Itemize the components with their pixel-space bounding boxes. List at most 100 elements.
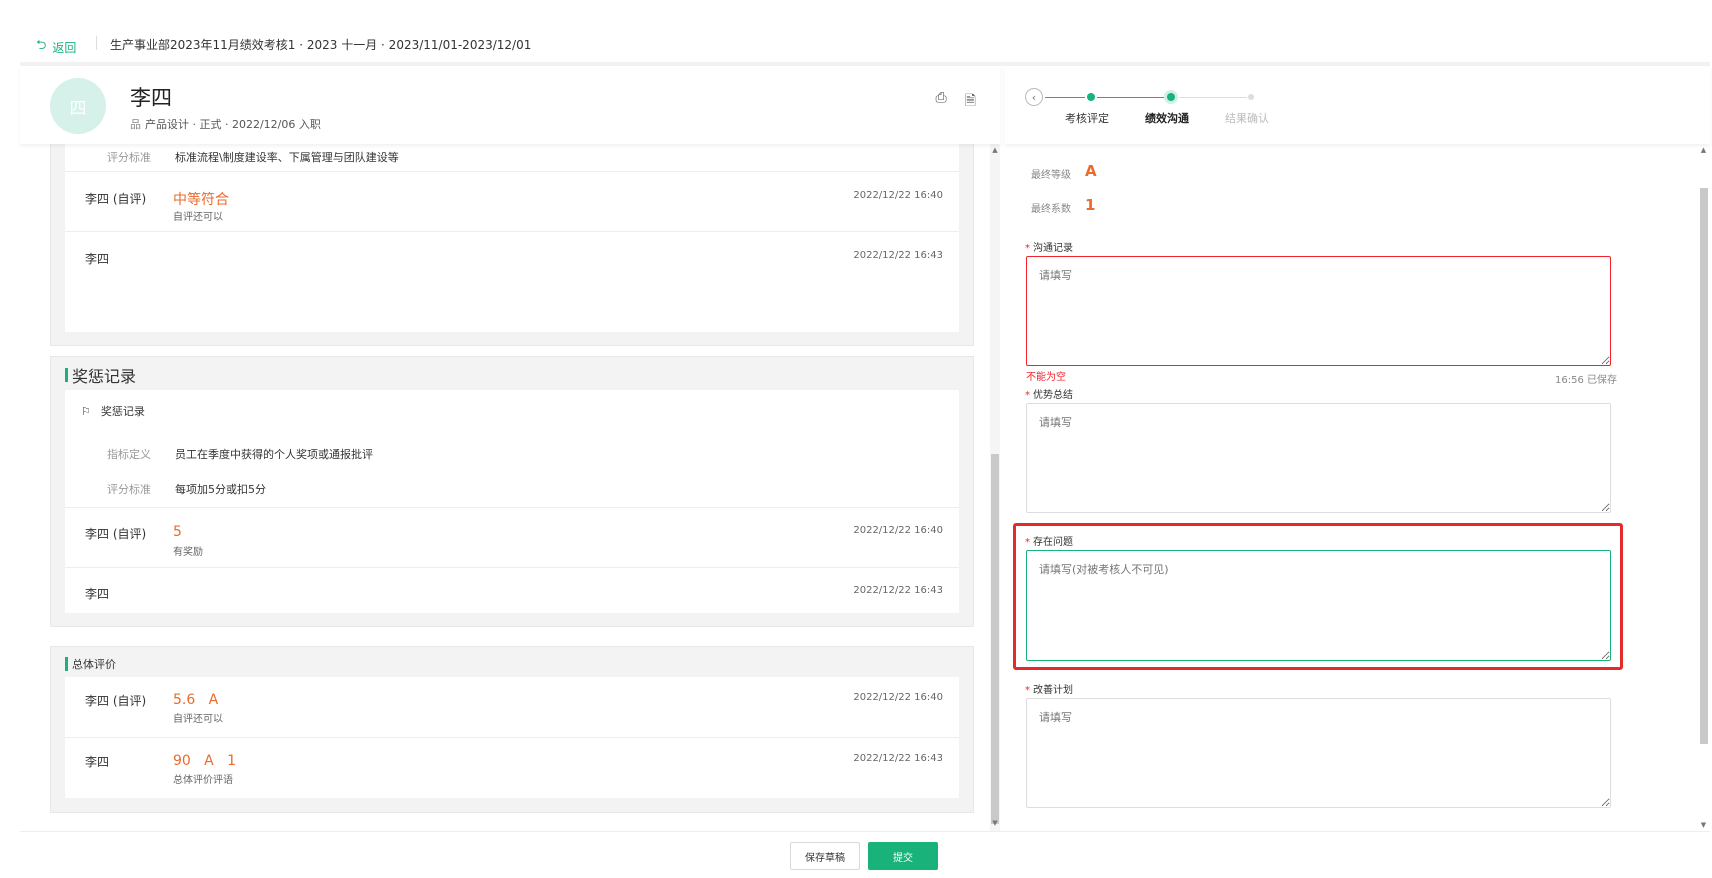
right-scrollbar[interactable]: ▲ ▼ bbox=[1697, 144, 1709, 831]
reviewer: 李四 (自评) bbox=[85, 192, 147, 206]
final-grade-value: A bbox=[1085, 162, 1097, 180]
flag-icon: ⚐ bbox=[81, 404, 91, 418]
final-grade-label: 最终等级 bbox=[1031, 170, 1071, 181]
step-progress: ‹ 考核评定 绩效沟通 结果确认 bbox=[1005, 66, 1710, 144]
reviewer: 李四 (自评) bbox=[85, 527, 147, 541]
step-review[interactable]: 考核评定 bbox=[1065, 110, 1109, 126]
employee-meta: 品 产品设计 · 正式 · 2022/12/06 入职 bbox=[130, 116, 321, 132]
back-label: 返回 bbox=[52, 40, 77, 55]
criteria-value: 每项加5分或扣5分 bbox=[175, 483, 266, 496]
comm-record-label: * 沟通记录 bbox=[1025, 239, 1073, 254]
review-row: 李四 (自评) 5 有奖励 2022/12/22 16:40 bbox=[65, 507, 959, 568]
step-line bbox=[1045, 97, 1085, 98]
reviewer: 李四 bbox=[85, 252, 110, 266]
evaluation-scroll-area[interactable]: 评分标准 标准流程\制度建设率、下属管理与团队建设等 李四 (自评) 中等符合 … bbox=[20, 144, 980, 831]
breadcrumb: 生产事业部2023年11月绩效考核1 · 2023 十一月 · 2023/11/… bbox=[110, 38, 532, 52]
review-note: 自评还可以 bbox=[173, 212, 223, 223]
review-value: 中等符合 bbox=[173, 192, 229, 208]
plan-input[interactable] bbox=[1026, 698, 1611, 808]
scroll-down-icon[interactable]: ▼ bbox=[991, 819, 999, 829]
review-note: 总体评价评语 bbox=[173, 775, 233, 786]
communication-panel: ‹ 考核评定 绩效沟通 结果确认 最终等级 A 最终系数 1 *沟通记录 不能为… bbox=[1005, 66, 1710, 831]
org-icon: 品 bbox=[130, 118, 141, 131]
left-scrollbar[interactable]: ▲ ▼ bbox=[990, 144, 1000, 831]
scrollbar-thumb[interactable] bbox=[991, 454, 999, 824]
review-row: 李四 90 A 1 总体评价评语 2022/12/22 16:43 bbox=[65, 738, 959, 798]
save-draft-button[interactable]: 保存草稿 bbox=[790, 842, 860, 870]
review-row: 李四 (自评) 5.6 A 自评还可以 2022/12/22 16:40 bbox=[65, 677, 959, 738]
review-note: 自评还可以 bbox=[173, 714, 223, 725]
indicator-name-text: 奖惩记录 bbox=[100, 405, 145, 418]
definition-label: 指标定义 bbox=[107, 448, 151, 461]
strength-input[interactable] bbox=[1026, 403, 1611, 513]
overall-card-body: 李四 (自评) 5.6 A 自评还可以 2022/12/22 16:40 李四 … bbox=[65, 677, 959, 798]
document-icon[interactable]: 🗎 bbox=[965, 90, 976, 114]
plan-label-text: 改善计划 bbox=[1033, 685, 1073, 696]
comm-record-input[interactable] bbox=[1026, 256, 1611, 366]
comm-record-error: 不能为空 bbox=[1026, 372, 1066, 383]
scrollbar-thumb[interactable] bbox=[1700, 188, 1708, 744]
review-value: 90 A 1 bbox=[173, 753, 236, 769]
review-time: 2022/12/22 16:43 bbox=[853, 753, 943, 764]
divider bbox=[96, 36, 97, 50]
employee-name: 李四 bbox=[130, 86, 172, 110]
scroll-down-icon[interactable]: ▼ bbox=[1699, 821, 1708, 829]
footer-bar: 保存草稿 提交 bbox=[20, 831, 1710, 878]
review-row: 李四 2022/12/22 16:43 bbox=[65, 232, 959, 288]
review-note: 有奖励 bbox=[173, 547, 203, 558]
rewards-title: 奖惩记录 bbox=[72, 367, 137, 386]
step-confirm[interactable]: 结果确认 bbox=[1225, 110, 1269, 126]
scroll-up-icon[interactable]: ▲ bbox=[1699, 146, 1708, 154]
final-coef-value: 1 bbox=[1085, 196, 1096, 214]
review-time: 2022/12/22 16:40 bbox=[853, 190, 943, 201]
top-bar: ⮌ 返回 生产事业部2023年11月绩效考核1 · 2023 十一月 · 202… bbox=[0, 0, 1712, 64]
final-coef-label: 最终系数 bbox=[1031, 204, 1071, 215]
definition-value: 员工在季度中获得的个人奖项或通报批评 bbox=[175, 448, 373, 461]
evaluation-panel: 四 李四 品 产品设计 · 正式 · 2022/12/06 入职 ⎙ 🗎 评分标… bbox=[20, 66, 1000, 831]
form-scroll-area[interactable]: 最终等级 A 最终系数 1 *沟通记录 不能为空 16:56 已保存 *优势总结… bbox=[1005, 144, 1695, 831]
problem-label-text: 存在问题 bbox=[1033, 537, 1073, 548]
section-title: 奖惩记录 bbox=[65, 363, 136, 387]
chevron-left-icon[interactable]: ‹ bbox=[1025, 88, 1043, 106]
criteria-label: 评分标准 bbox=[107, 151, 151, 164]
indicator-card-body: 评分标准 标准流程\制度建设率、下属管理与团队建设等 李四 (自评) 中等符合 … bbox=[65, 144, 959, 332]
required-mark: * bbox=[1025, 390, 1030, 401]
submit-button[interactable]: 提交 bbox=[868, 842, 938, 870]
review-time: 2022/12/22 16:43 bbox=[853, 585, 943, 596]
employee-meta-text: 产品设计 · 正式 · 2022/12/06 入职 bbox=[145, 118, 321, 131]
step-dot-pending bbox=[1248, 94, 1254, 100]
indicator-name: ⚐ 奖惩记录 bbox=[81, 403, 145, 419]
header-actions: ⎙ 🗎 bbox=[936, 90, 976, 114]
required-mark: * bbox=[1025, 243, 1030, 254]
step-line bbox=[1097, 97, 1165, 98]
review-value: 5.6 A bbox=[173, 692, 219, 708]
print-icon[interactable]: ⎙ bbox=[936, 90, 947, 114]
overall-title: 总体评价 bbox=[72, 658, 116, 671]
review-time: 2022/12/22 16:40 bbox=[853, 525, 943, 536]
accent-bar bbox=[65, 368, 68, 382]
reviewer: 李四 (自评) bbox=[85, 694, 147, 708]
section-title: 总体评价 bbox=[65, 656, 116, 672]
avatar: 四 bbox=[50, 78, 106, 134]
rewards-card-body: ⚐ 奖惩记录 指标定义 员工在季度中获得的个人奖项或通报批评 评分标准 每项加5… bbox=[65, 390, 959, 613]
review-row: 李四 2022/12/22 16:43 bbox=[65, 568, 959, 613]
problem-input[interactable] bbox=[1026, 550, 1611, 661]
step-line bbox=[1179, 97, 1247, 98]
required-mark: * bbox=[1025, 685, 1030, 696]
criteria-label: 评分标准 bbox=[107, 483, 151, 496]
reviewer: 李四 bbox=[85, 755, 110, 769]
criteria-value: 标准流程\制度建设率、下属管理与团队建设等 bbox=[175, 151, 399, 164]
strength-label: * 优势总结 bbox=[1025, 386, 1073, 401]
back-button[interactable]: ⮌ 返回 bbox=[36, 36, 76, 58]
review-row: 李四 (自评) 中等符合 自评还可以 2022/12/22 16:40 bbox=[65, 171, 959, 232]
plan-label: * 改善计划 bbox=[1025, 681, 1073, 696]
strength-label-text: 优势总结 bbox=[1033, 390, 1073, 401]
rewards-card: 奖惩记录 ⚐ 奖惩记录 指标定义 员工在季度中获得的个人奖项或通报批评 评分标准… bbox=[50, 356, 974, 627]
accent-bar bbox=[65, 657, 68, 671]
step-communication[interactable]: 绩效沟通 bbox=[1145, 110, 1189, 126]
comm-record-label-text: 沟通记录 bbox=[1033, 243, 1073, 254]
review-time: 2022/12/22 16:43 bbox=[853, 250, 943, 261]
step-dot-done bbox=[1087, 93, 1095, 101]
review-value: 5 bbox=[173, 524, 182, 540]
scroll-up-icon[interactable]: ▲ bbox=[991, 146, 999, 156]
